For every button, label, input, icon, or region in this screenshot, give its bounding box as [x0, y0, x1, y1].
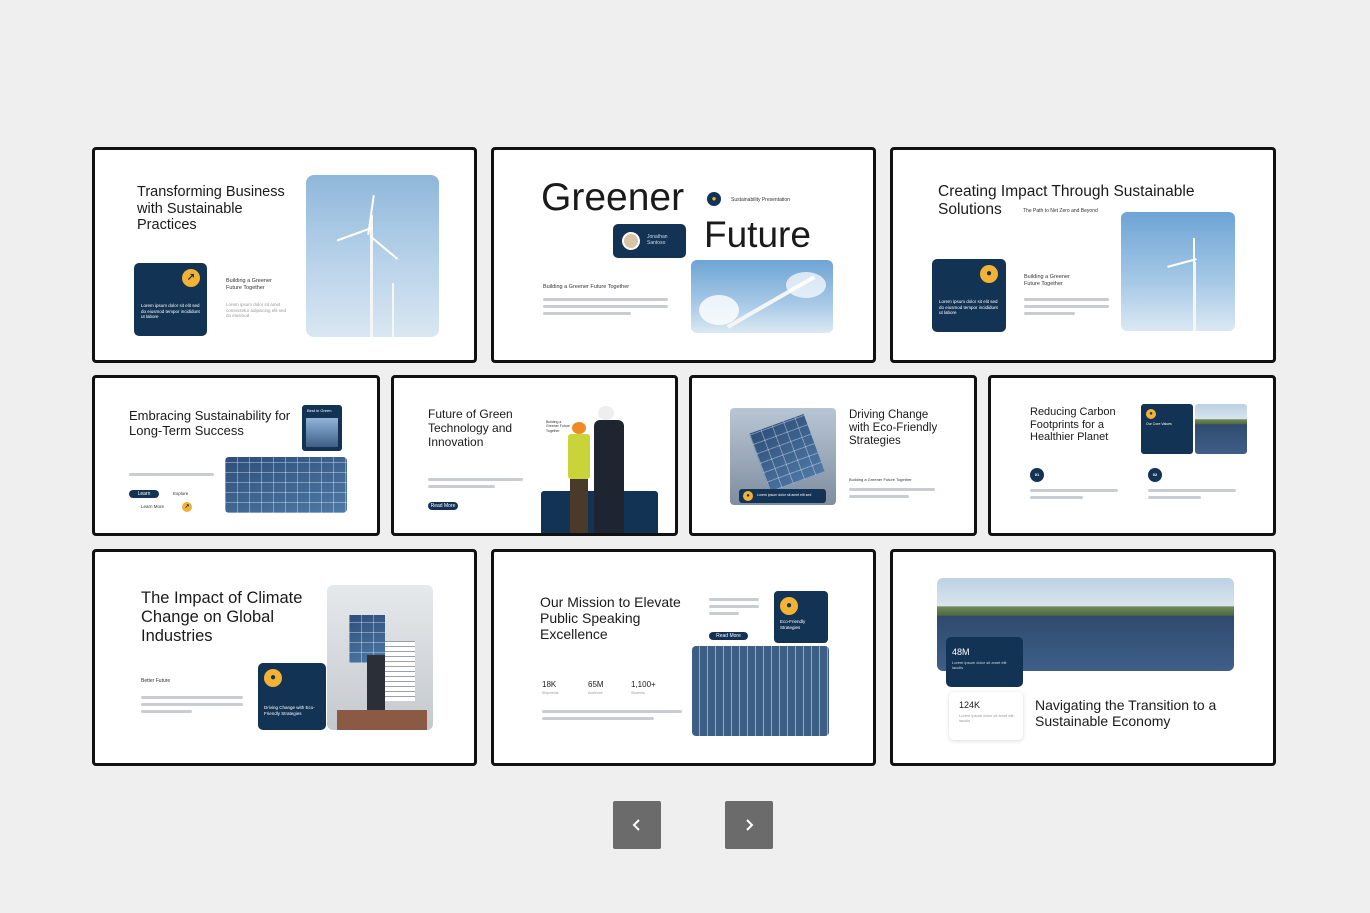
solar-array-image	[692, 646, 829, 736]
badge-text: Best in Green	[307, 408, 332, 413]
wind-turbine-image	[306, 175, 439, 337]
info-card: ↗ Lorem ipsum dolor sit elit sed do eius…	[134, 263, 207, 336]
slide-thumbnail-10[interactable]: 48M Lorem ipsum dolor sit amet elit iacu…	[890, 549, 1276, 766]
leaf-icon: ●	[707, 192, 721, 206]
side-title: Building a Greener Future Together	[1024, 274, 1070, 287]
info-card: ● Lorem ipsum dolor sit elit sed do eius…	[932, 259, 1006, 332]
stat-2-value: 65M	[588, 680, 604, 689]
card-text: Lorem ipsum dolor sit elit sed do eiusmo…	[141, 303, 200, 320]
globe-icon: ●	[264, 669, 282, 687]
arrow-icon: ↗	[182, 269, 200, 287]
stat-1-text: Lorem ipsum dolor sit amet elit iaculis	[952, 660, 1007, 670]
stat-3-label: Students	[631, 691, 645, 695]
quote-icon: ●	[743, 491, 753, 501]
chevron-right-icon	[746, 819, 754, 831]
stat-1-label: Shipments	[542, 691, 559, 695]
engineers-image	[562, 404, 642, 533]
slide-title: Transforming Business with Sustainable P…	[137, 184, 285, 234]
side-text: Lorem ipsum dolor sit amet consectetur a…	[226, 302, 287, 319]
slide-title: Embracing Sustainability for Long-Term S…	[129, 408, 291, 438]
info-card: ● Driving Change with Eco-Friendly Strat…	[258, 663, 326, 730]
number-badge-1: 01	[1030, 468, 1044, 482]
slide-thumbnail-6[interactable]: ● Lorem ipsum dolor sit amet elit sed Dr…	[689, 375, 977, 536]
learn-button[interactable]: Learn	[129, 490, 159, 498]
stat-2-value: 124K	[959, 700, 981, 710]
stat-card-1: 48M Lorem ipsum dolor sit amet elit iacu…	[946, 637, 1023, 687]
globe-icon: ●	[980, 265, 998, 283]
slide-title-a: Greener	[541, 176, 685, 219]
card-text: Driving Change with Eco-Friendly Strateg…	[264, 705, 315, 716]
previous-button[interactable]	[613, 801, 661, 849]
slide-tag: Sustainability Presentation	[731, 197, 790, 203]
wind-turbine-image	[1121, 212, 1235, 331]
slide-title: Our Mission to Elevate Public Speaking E…	[540, 594, 681, 643]
stat-1-value: 48M	[952, 647, 970, 657]
side-title: Building a Greener Future Together	[226, 278, 272, 291]
bulb-icon: ●	[780, 597, 798, 615]
learn-more-link[interactable]: Learn More	[141, 504, 164, 510]
slide-title: Driving Change with Eco-Friendly Strateg…	[849, 409, 938, 448]
slide-title: Navigating the Transition to a Sustainab…	[1035, 697, 1217, 730]
card-text: Eco-Friendly Strategies	[780, 619, 806, 630]
slide-thumbnail-4[interactable]: Embracing Sustainability for Long-Term S…	[92, 375, 380, 536]
slide-thumbnail-9[interactable]: Our Mission to Elevate Public Speaking E…	[491, 549, 876, 766]
quote-text: Lorem ipsum dolor sit amet elit sed	[757, 493, 812, 497]
slide-thumbnail-2[interactable]: Greener ● Sustainability Presentation Jo…	[491, 147, 876, 363]
slide-thumbnail-8[interactable]: The Impact of Climate Change on Global I…	[92, 549, 477, 766]
chevron-left-icon	[632, 819, 640, 831]
slide-tag: The Path to Net Zero and Beyond	[1023, 208, 1098, 214]
slide-subtitle: Building a Greener Future Together	[543, 284, 630, 290]
stat-2-label: Audience	[588, 691, 603, 695]
quote-bar: ● Lorem ipsum dolor sit amet elit sed	[739, 489, 826, 503]
leaf-icon: ●	[1146, 409, 1156, 419]
read-more-button[interactable]: Read More	[709, 632, 748, 640]
card-title: Our Core Values	[1146, 422, 1172, 426]
installer-image	[327, 585, 433, 730]
read-more-button[interactable]: Read More	[428, 502, 458, 510]
solar-field-image	[225, 457, 347, 513]
explore-link[interactable]: Explore	[173, 491, 188, 497]
slide-thumbnail-1[interactable]: Transforming Business with Sustainable P…	[92, 147, 477, 363]
presenter-badge: Jonathan Santoso	[613, 224, 686, 258]
badge-card: Best in Green	[302, 405, 342, 451]
slide-thumbnail-7[interactable]: Reducing Carbon Footprints for a Healthi…	[988, 375, 1276, 536]
core-values-card: ● Our Core Values	[1141, 404, 1193, 454]
presenter-name: Jonathan Santoso	[647, 234, 668, 247]
slide-title: The Impact of Climate Change on Global I…	[141, 589, 303, 645]
avatar	[622, 232, 640, 250]
slide-title: Reducing Carbon Footprints for a Healthi…	[1030, 406, 1116, 444]
turbine-sky-image	[691, 260, 833, 333]
slide-thumbnail-3[interactable]: Creating Impact Through Sustainable Solu…	[890, 147, 1276, 363]
number-badge-2: 02	[1148, 468, 1162, 482]
info-card: ● Eco-Friendly Strategies	[774, 591, 828, 643]
slide-thumbnail-5[interactable]: Future of Green Technology and Innovatio…	[391, 375, 678, 536]
stat-1-value: 18K	[542, 680, 557, 689]
stat-card-2: 124K Lorem ipsum dolor sit amet elit iac…	[949, 692, 1023, 740]
arrow-icon: ↗	[182, 502, 192, 512]
card-text: Lorem ipsum dolor sit elit sed do eiusmo…	[939, 299, 998, 316]
next-button[interactable]	[725, 801, 773, 849]
stat-2-text: Lorem ipsum dolor sit amet elit iaculis	[959, 713, 1014, 723]
solar-farm-image	[1195, 404, 1247, 454]
section-label: Better Future	[141, 678, 171, 684]
stat-3-value: 1,100+	[631, 680, 656, 689]
slide-title-b: Future	[704, 214, 811, 255]
side-title: Building a Greener Future Together	[849, 477, 912, 482]
worker-image	[306, 418, 338, 447]
slide-title: Future of Green Technology and Innovatio…	[428, 407, 513, 449]
